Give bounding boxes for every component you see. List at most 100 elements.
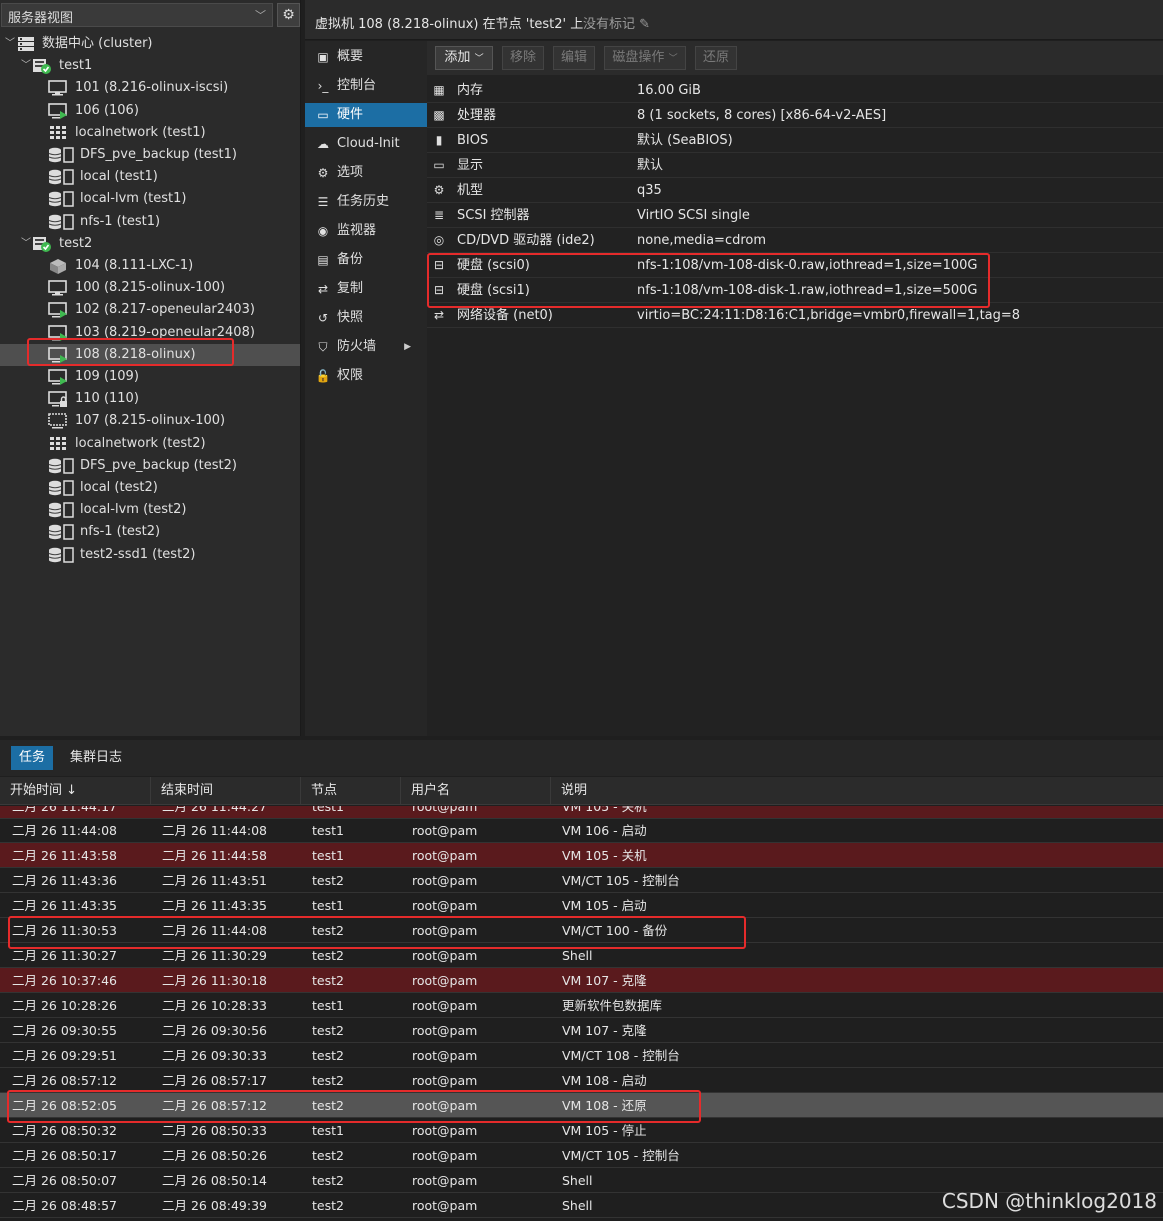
cell-node: test2 xyxy=(312,948,344,963)
nav-item[interactable]: ⇄ 复制 xyxy=(305,277,427,301)
tree-item[interactable]: 106 (106) xyxy=(0,100,300,122)
tree-item[interactable]: localnetwork (test1) xyxy=(0,122,300,144)
hardware-row[interactable]: ⇄ 网络设备 (net0) virtio=BC:24:11:D8:16:C1,bri… xyxy=(427,303,1163,328)
tree-item[interactable]: test2-ssd1 (test2) xyxy=(0,544,300,566)
table-row[interactable]: 二月 26 08:57:12 二月 26 08:57:17 test2 root@pa… xyxy=(0,1068,1163,1093)
column-label: 节点 xyxy=(311,783,338,798)
hardware-row[interactable]: ▩ 处理器 8 (1 sockets, 8 cores) [x86-64-v2-AE… xyxy=(427,103,1163,128)
cell-end: 二月 26 08:50:14 xyxy=(162,1173,267,1188)
cell-desc: VM 108 - 还原 xyxy=(562,1098,647,1113)
nav-item[interactable]: ▣ 概要 xyxy=(305,45,427,69)
column-description[interactable]: 说明 xyxy=(551,777,1163,805)
cell-node: test2 xyxy=(312,1023,344,1038)
nav-item[interactable]: 🔓 权限 xyxy=(305,364,427,388)
column-start-time[interactable]: 开始时间 ↓ xyxy=(0,777,151,805)
cell-node: test2 xyxy=(312,1198,344,1213)
tree-item[interactable]: 100 (8.215-olinux-100) xyxy=(0,277,300,299)
tree-item-label: test2-ssd1 (test2) xyxy=(80,546,196,562)
cell-node: test1 xyxy=(312,998,344,1013)
gear-icon[interactable]: ⚙ xyxy=(277,3,300,27)
cell-user: root@pam xyxy=(412,1198,478,1213)
tree-item[interactable]: 109 (109) xyxy=(0,366,300,388)
revert-button-label: 还原 xyxy=(702,50,729,65)
tree-item-label: DFS_pve_backup (test1) xyxy=(80,147,237,162)
column-end-time[interactable]: 结束时间 xyxy=(151,777,301,805)
tree-item[interactable]: local-lvm (test1) xyxy=(0,188,300,210)
table-row[interactable]: 二月 26 10:28:26 二月 26 10:28:33 test1 root@pa… xyxy=(0,993,1163,1018)
column-node[interactable]: 节点 xyxy=(301,777,401,805)
table-row[interactable]: 二月 26 08:50:17 二月 26 08:50:26 test2 root@pa… xyxy=(0,1143,1163,1168)
tree-item[interactable]: 108 (8.218-olinux) xyxy=(0,343,300,366)
hardware-row[interactable]: ◎ CD/DVD 驱动器 (ide2) none,media=cdrom xyxy=(427,228,1163,253)
tree-item[interactable]: 103 (8.219-openeular2408) xyxy=(0,322,300,344)
nav-item[interactable]: ◉ 监视器 xyxy=(305,219,427,243)
hardware-row[interactable]: ▦ 内存 16.00 GiB xyxy=(427,78,1163,103)
expand-toggle-icon[interactable]: ﹀ xyxy=(20,233,32,255)
tree-item[interactable]: local (test2) xyxy=(0,477,300,499)
table-row[interactable]: 二月 26 11:30:27 二月 26 11:30:29 test2 root@pa… xyxy=(0,943,1163,968)
cell-start: 二月 26 11:43:58 xyxy=(12,848,117,863)
storage-icon xyxy=(48,191,74,208)
tree-item[interactable]: local (test1) xyxy=(0,166,300,188)
column-user[interactable]: 用户名 xyxy=(401,777,551,805)
nav-item[interactable]: ↺ 快照 xyxy=(305,306,427,330)
tree-item[interactable]: DFS_pve_backup (test2) xyxy=(0,455,300,477)
hardware-row[interactable]: ⊟ 硬盘 (scsi1) nfs-1:108/vm-108-disk-1.raw,i… xyxy=(427,278,1163,303)
tree-item[interactable]: 110 (110) xyxy=(0,388,300,410)
tree-item[interactable]: nfs-1 (test1) xyxy=(0,211,300,233)
nav-item[interactable]: ☁ Cloud-Init xyxy=(305,132,427,156)
edit-button[interactable]: 编辑 xyxy=(553,46,595,70)
nav-item[interactable]: ▤ 备份 xyxy=(305,248,427,272)
hardware-row[interactable]: ⚙ 机型 q35 xyxy=(427,178,1163,203)
table-row[interactable]: 二月 26 09:29:51 二月 26 09:30:33 test2 root@pa… xyxy=(0,1043,1163,1068)
cell-node: test2 xyxy=(312,973,344,988)
tree-item[interactable]: localnetwork (test2) xyxy=(0,433,300,455)
tree-item-label: 107 (8.215-olinux-100) xyxy=(75,413,226,429)
tree-item-label: local (test2) xyxy=(80,480,158,495)
nav-item-label: 权限 xyxy=(337,368,364,383)
nav-item[interactable]: ☰ 任务历史 xyxy=(305,190,427,214)
tab-cluster-log[interactable]: 集群日志 xyxy=(62,746,130,770)
table-row[interactable]: 二月 26 11:43:58 二月 26 11:44:58 test1 root@pa… xyxy=(0,843,1163,868)
expand-toggle-icon[interactable]: ﹀ xyxy=(4,33,16,55)
tree-item[interactable]: 101 (8.216-olinux-iscsi) xyxy=(0,77,300,99)
table-row[interactable]: 二月 26 11:44:08 二月 26 11:44:08 test1 root@pa… xyxy=(0,818,1163,843)
hardware-row[interactable]: ≣ SCSI 控制器 VirtIO SCSI single xyxy=(427,203,1163,228)
table-row[interactable]: 二月 26 11:43:35 二月 26 11:43:35 test1 root@pa… xyxy=(0,893,1163,918)
edit-button-label: 编辑 xyxy=(560,50,587,65)
tree-item[interactable]: ﹀ test2 xyxy=(0,233,300,255)
hardware-row[interactable]: ▮ BIOS 默认 (SeaBIOS) xyxy=(427,128,1163,153)
machine-gears-icon: ⚙ xyxy=(433,183,445,197)
revert-button[interactable]: 还原 xyxy=(695,46,737,70)
remove-button[interactable]: 移除 xyxy=(502,46,544,70)
table-row[interactable]: 二月 26 08:52:05 二月 26 08:57:12 test2 root@pa… xyxy=(0,1093,1163,1118)
nav-item[interactable]: ›_ 控制台 xyxy=(305,74,427,98)
nav-item[interactable]: ⛉ 防火墙 ▶ xyxy=(305,335,427,359)
tree-item[interactable]: 102 (8.217-openeular2403) xyxy=(0,299,300,321)
hardware-row[interactable]: ▭ 显示 默认 xyxy=(427,153,1163,178)
hardware-row[interactable]: ⊟ 硬盘 (scsi0) nfs-1:108/vm-108-disk-0.raw,i… xyxy=(427,253,1163,278)
tree-item[interactable]: DFS_pve_backup (test1) xyxy=(0,144,300,166)
view-selector[interactable]: 服务器视图 ﹀ xyxy=(1,3,273,27)
nav-item[interactable]: ▭ 硬件 xyxy=(305,103,427,127)
add-button[interactable]: 添加 ﹀ xyxy=(435,46,493,70)
tree-item[interactable]: local-lvm (test2) xyxy=(0,499,300,521)
tree-item[interactable]: ﹀ test1 xyxy=(0,55,300,77)
disk-action-button[interactable]: 磁盘操作 ﹀ xyxy=(604,46,686,70)
bottom-dock: 任务 集群日志 开始时间 ↓ 结束时间 节点 用户名 说明 二月 26 11:4… xyxy=(0,740,1163,1221)
table-row[interactable]: 二月 26 11:30:53 二月 26 11:44:08 test2 root@pa… xyxy=(0,918,1163,943)
tags-button[interactable]: 没有标记 ✎ xyxy=(583,13,650,32)
table-row[interactable]: 二月 26 09:30:55 二月 26 09:30:56 test2 root@pa… xyxy=(0,1018,1163,1043)
table-row[interactable]: 二月 26 11:43:36 二月 26 11:43:51 test2 root@pa… xyxy=(0,868,1163,893)
tree-item[interactable]: 104 (8.111-LXC-1) xyxy=(0,255,300,277)
node-online-icon xyxy=(32,58,52,75)
tree-item[interactable]: ﹀ 数据中心 (cluster) xyxy=(0,33,300,55)
table-row[interactable]: 二月 26 08:50:32 二月 26 08:50:33 test1 root@pa… xyxy=(0,1118,1163,1143)
cell-start: 二月 26 11:43:35 xyxy=(12,898,117,913)
table-row[interactable]: 二月 26 10:37:46 二月 26 11:30:18 test2 root@pa… xyxy=(0,968,1163,993)
nav-item[interactable]: ⚙ 选项 xyxy=(305,161,427,185)
tree-item[interactable]: 107 (8.215-olinux-100) xyxy=(0,410,300,432)
expand-toggle-icon[interactable]: ﹀ xyxy=(20,55,32,77)
tree-item[interactable]: nfs-1 (test2) xyxy=(0,521,300,543)
tab-tasks[interactable]: 任务 xyxy=(11,746,54,770)
